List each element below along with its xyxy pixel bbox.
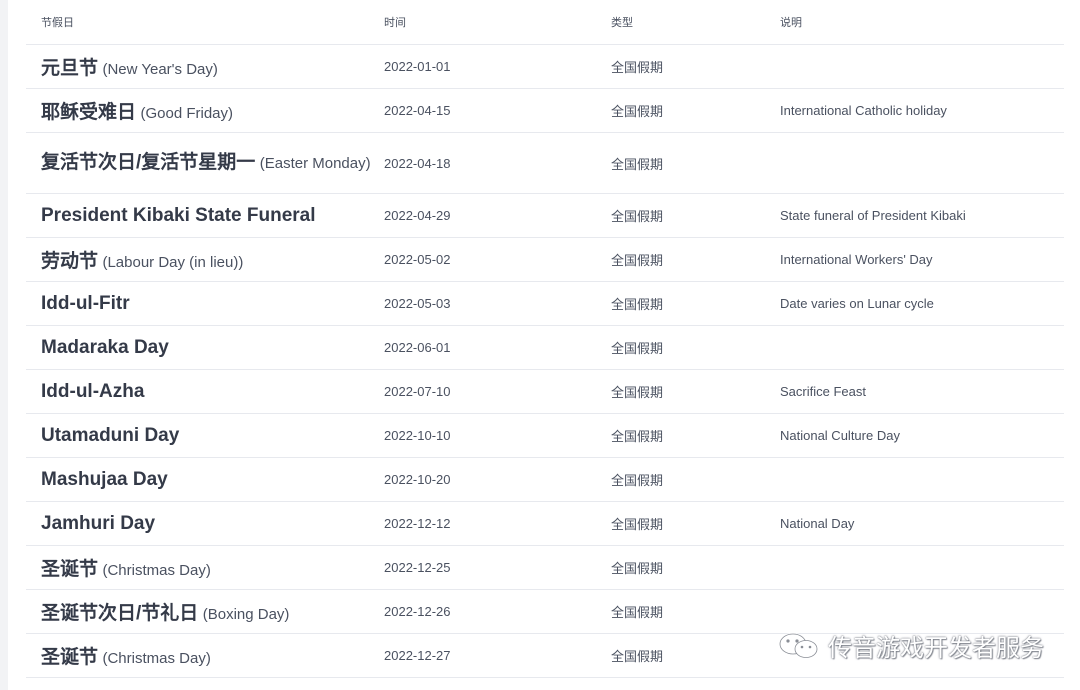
table-row: 复活节次日/复活节星期一 (Easter Monday) 2022-04-18 …: [26, 133, 1064, 194]
holiday-description: National Day: [780, 516, 855, 531]
table-row: 耶稣受难日 (Good Friday) 2022-04-15 全国假期 Inte…: [26, 89, 1064, 133]
watermark-text: 传音游戏开发者服务: [828, 635, 1044, 662]
holiday-type: 全国假期: [611, 429, 664, 444]
holiday-type: 全国假期: [611, 605, 664, 620]
holiday-name-cell: Madaraka Day: [26, 337, 384, 359]
holiday-date: 2022-12-27: [384, 648, 451, 663]
holiday-date: 2022-10-20: [384, 472, 451, 487]
table-row: Mashujaa Day 2022-10-20 全国假期: [26, 458, 1064, 502]
holiday-english-name: (Boxing Day): [202, 606, 290, 623]
header-holiday: 节假日: [41, 17, 74, 29]
holiday-name-cell: 元旦节 (New Year's Day): [26, 53, 384, 80]
holiday-english-name: (Easter Monday): [259, 155, 371, 172]
holiday-name: 圣诞节: [41, 647, 99, 668]
holiday-name-cell: Idd-ul-Azha: [26, 381, 384, 403]
page-left-gutter: [0, 0, 8, 690]
holiday-type: 全国假期: [611, 649, 664, 664]
table-row: 圣诞节 (Christmas Day) 2022-12-25 全国假期: [26, 546, 1064, 590]
table-row: Utamaduni Day 2022-10-10 全国假期 National C…: [26, 414, 1064, 458]
holiday-english-name: (Good Friday): [140, 105, 233, 122]
holiday-description: Date varies on Lunar cycle: [780, 296, 934, 311]
holiday-date: 2022-01-01: [384, 59, 451, 74]
holiday-type: 全国假期: [611, 297, 664, 312]
holiday-name-cell: 劳动节 (Labour Day (in lieu)): [26, 246, 384, 273]
holiday-date: 2022-12-12: [384, 516, 451, 531]
holiday-description: International Catholic holiday: [780, 103, 947, 118]
holiday-name-cell: Jamhuri Day: [26, 513, 384, 535]
table-row: Idd-ul-Azha 2022-07-10 全国假期 Sacrifice Fe…: [26, 370, 1064, 414]
holiday-date: 2022-06-01: [384, 340, 451, 355]
holiday-name: 耶稣受难日: [41, 102, 137, 123]
holiday-name: President Kibaki State Funeral: [41, 204, 316, 226]
holiday-description: Sacrifice Feast: [780, 384, 866, 399]
holiday-english-name: (Christmas Day): [102, 562, 211, 579]
header-type: 类型: [611, 17, 633, 29]
holiday-date: 2022-07-10: [384, 384, 451, 399]
holiday-type: 全国假期: [611, 209, 664, 224]
holiday-name: Idd-ul-Azha: [41, 380, 145, 402]
holiday-date: 2022-12-25: [384, 560, 451, 575]
holiday-table: 节假日 时间 类型 说明 元旦节 (New Year's Day) 2022-0…: [26, 0, 1064, 678]
holiday-type: 全国假期: [611, 517, 664, 532]
holiday-name-cell: Idd-ul-Fitr: [26, 293, 384, 315]
holiday-date: 2022-05-03: [384, 296, 451, 311]
holiday-type: 全国假期: [611, 156, 664, 172]
holiday-date: 2022-05-02: [384, 252, 451, 267]
holiday-date: 2022-04-15: [384, 103, 451, 118]
holiday-description: International Workers' Day: [780, 252, 933, 267]
holiday-english-name: (Labour Day (in lieu)): [102, 254, 244, 271]
holiday-name-cell: 圣诞节次日/节礼日 (Boxing Day): [26, 598, 384, 625]
holiday-name-cell: 圣诞节 (Christmas Day): [26, 554, 384, 581]
holiday-name: Idd-ul-Fitr: [41, 292, 130, 314]
holiday-name-cell: Mashujaa Day: [26, 469, 384, 491]
table-row: Jamhuri Day 2022-12-12 全国假期 National Day: [26, 502, 1064, 546]
header-description: 说明: [780, 17, 802, 29]
wechat-icon: [778, 632, 818, 658]
holiday-name: Utamaduni Day: [41, 424, 180, 446]
holiday-date: 2022-04-18: [384, 155, 451, 171]
holiday-name: 劳动节: [41, 251, 99, 272]
table-row: President Kibaki State Funeral 2022-04-2…: [26, 194, 1064, 238]
holiday-type: 全国假期: [611, 561, 664, 576]
holiday-type: 全国假期: [611, 104, 664, 119]
holiday-description: State funeral of President Kibaki: [780, 208, 966, 223]
holiday-date: 2022-12-26: [384, 604, 451, 619]
holiday-type: 全国假期: [611, 341, 664, 356]
header-date: 时间: [384, 17, 406, 29]
holiday-name-cell: 复活节次日/复活节星期一 (Easter Monday): [26, 148, 384, 178]
holiday-name-cell: Utamaduni Day: [26, 425, 384, 447]
holiday-name: 圣诞节: [41, 559, 99, 580]
table-row: 元旦节 (New Year's Day) 2022-01-01 全国假期: [26, 45, 1064, 89]
holiday-english-name: (Christmas Day): [102, 650, 211, 667]
table-header-row: 节假日 时间 类型 说明: [26, 0, 1064, 45]
holiday-date: 2022-10-10: [384, 428, 451, 443]
holiday-name: 元旦节: [41, 58, 99, 79]
holiday-date: 2022-04-29: [384, 208, 451, 223]
holiday-name: Madaraka Day: [41, 336, 169, 358]
table-row: Idd-ul-Fitr 2022-05-03 全国假期 Date varies …: [26, 282, 1064, 326]
holiday-name-cell: 耶稣受难日 (Good Friday): [26, 97, 384, 124]
holiday-type: 全国假期: [611, 473, 664, 488]
holiday-name: 复活节次日/复活节星期一: [41, 152, 256, 173]
holiday-name-cell: 圣诞节 (Christmas Day): [26, 642, 384, 669]
holiday-type: 全国假期: [611, 385, 664, 400]
table-row: 劳动节 (Labour Day (in lieu)) 2022-05-02 全国…: [26, 238, 1064, 282]
table-row: Madaraka Day 2022-06-01 全国假期: [26, 326, 1064, 370]
holiday-name: Mashujaa Day: [41, 468, 168, 490]
holiday-name: 圣诞节次日/节礼日: [41, 603, 199, 624]
holiday-type: 全国假期: [611, 253, 664, 268]
holiday-name-cell: President Kibaki State Funeral: [26, 205, 384, 227]
wechat-watermark: 传音游戏开发者服务: [776, 628, 1044, 663]
holiday-english-name: (New Year's Day): [102, 61, 218, 78]
holiday-type: 全国假期: [611, 60, 664, 75]
holiday-description: National Culture Day: [780, 428, 900, 443]
holiday-name: Jamhuri Day: [41, 512, 156, 534]
